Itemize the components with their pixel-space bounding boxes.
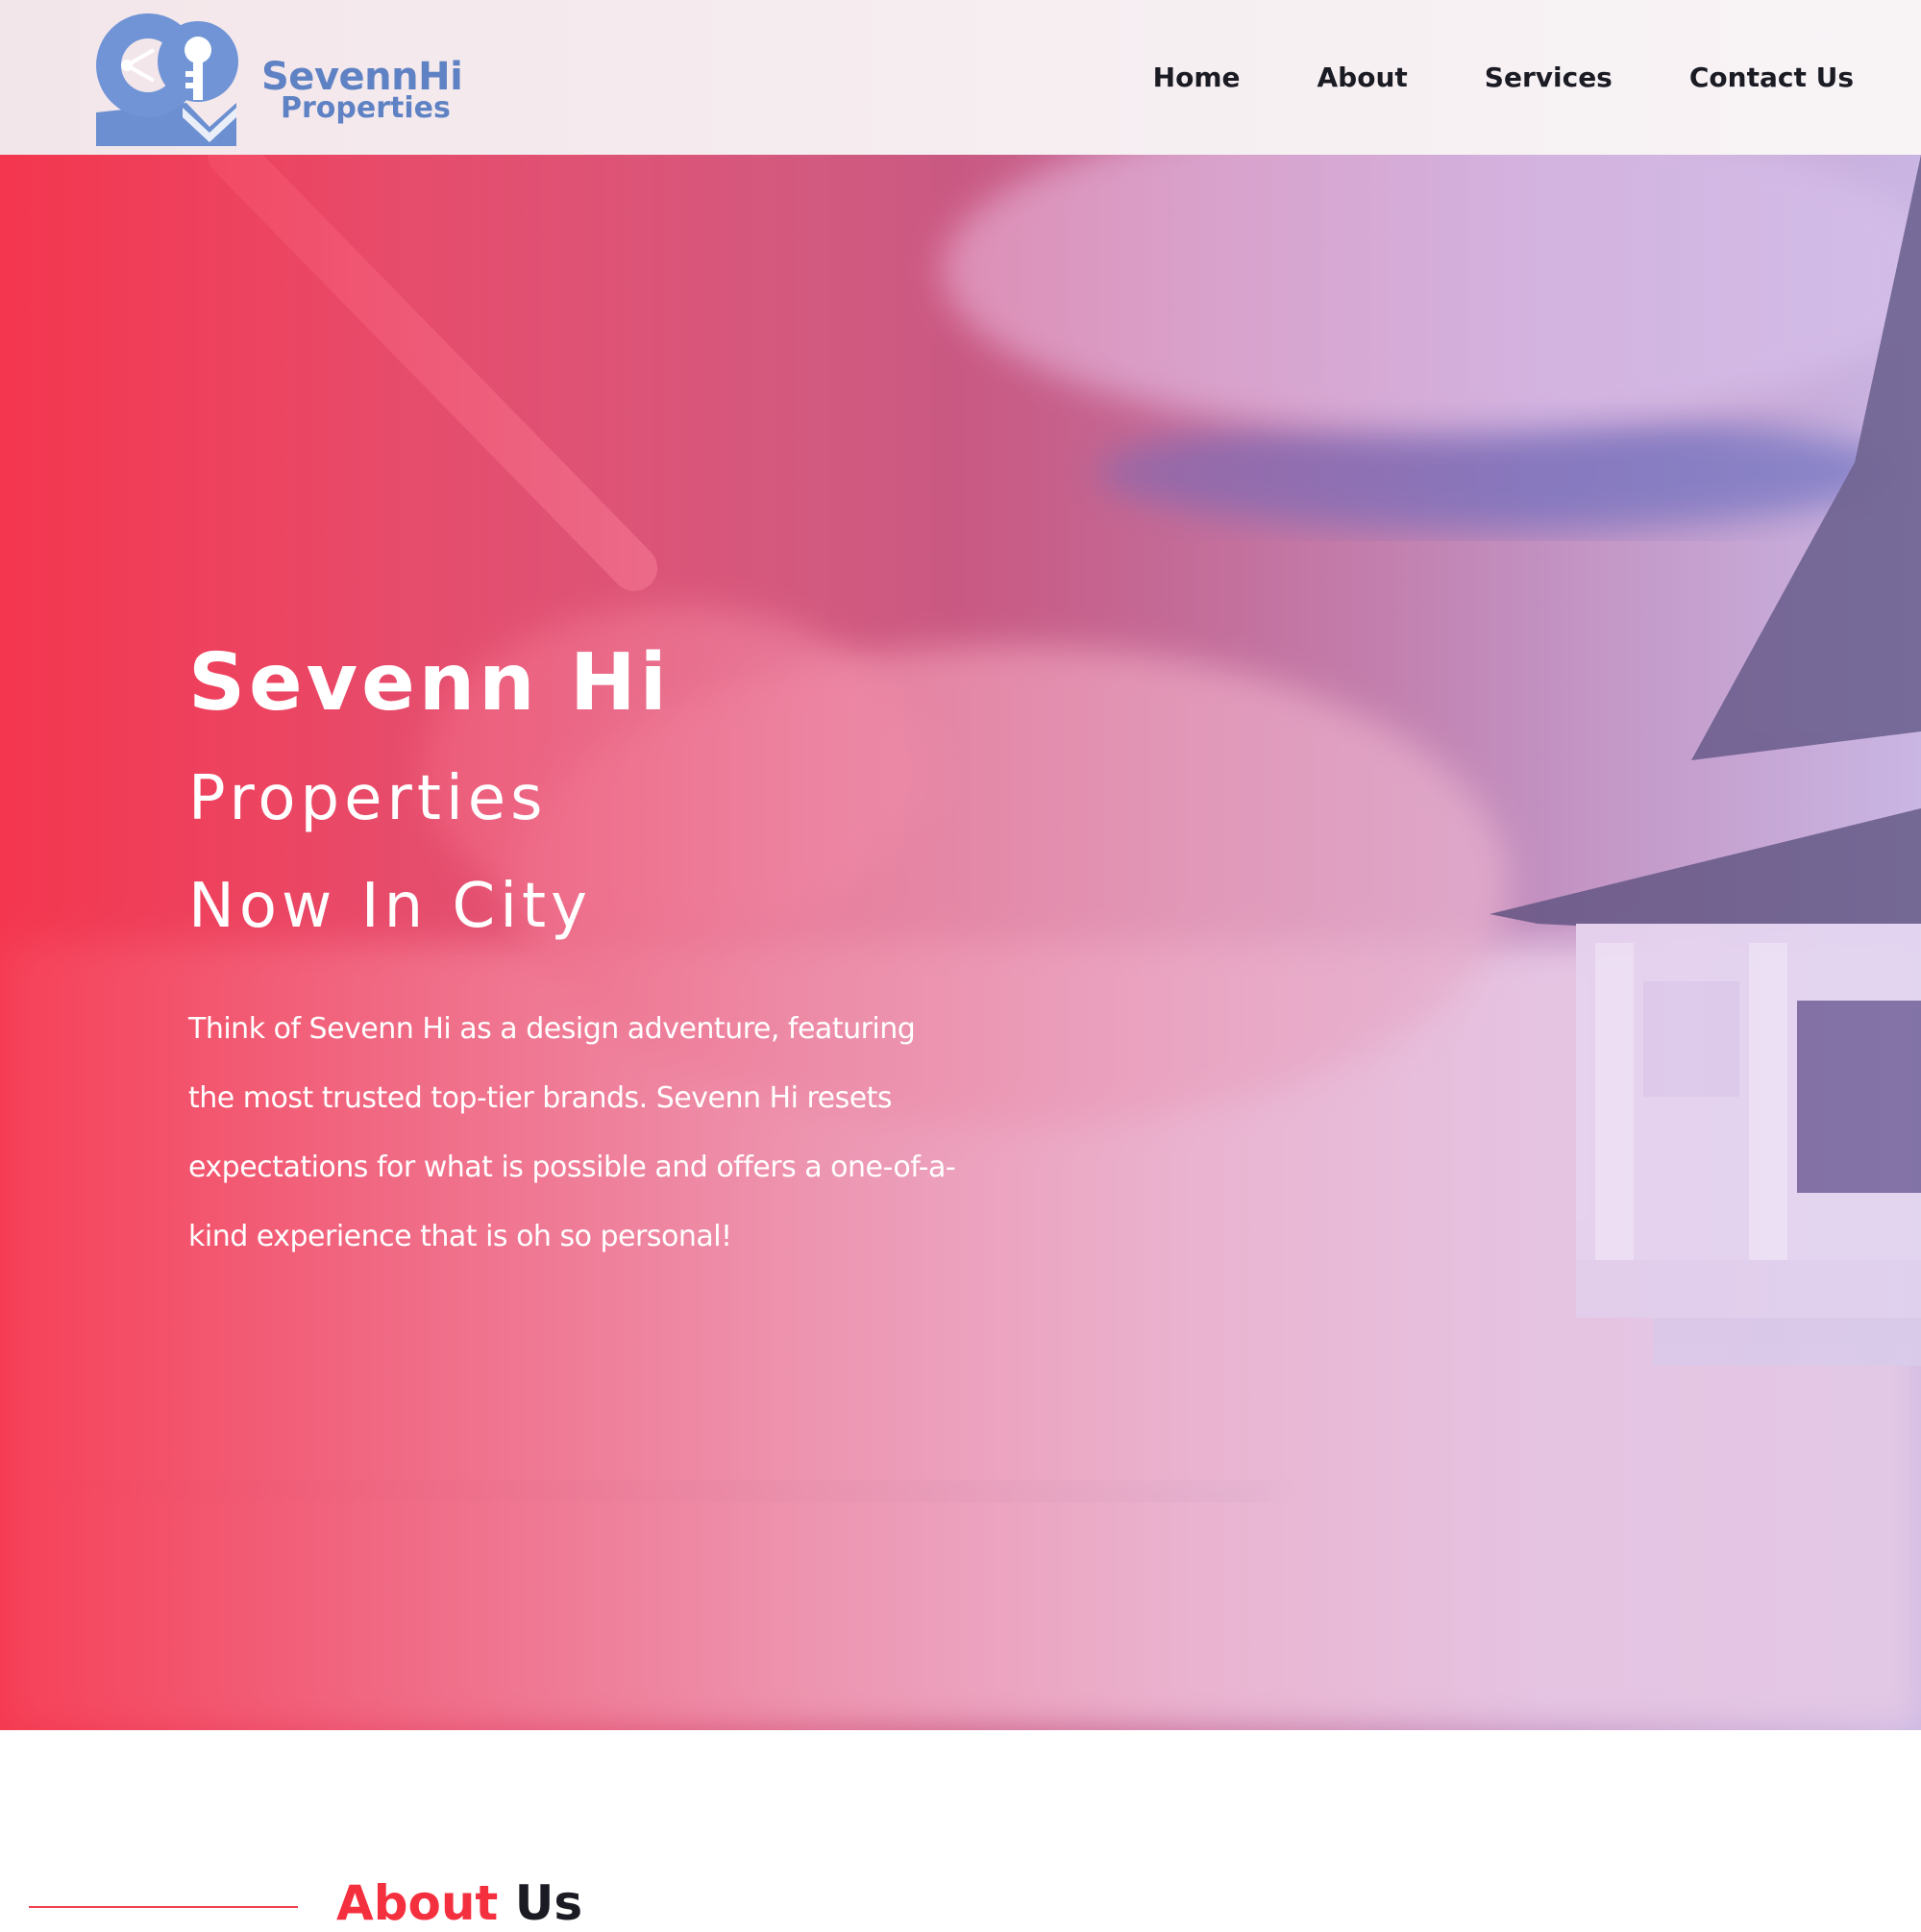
about-heading-rest: Us bbox=[498, 1875, 583, 1931]
brand-logo[interactable]: SevennHi Properties bbox=[94, 12, 463, 146]
hero-title: Sevenn Hi bbox=[188, 637, 671, 729]
nav-home-link[interactable]: Home bbox=[1153, 62, 1241, 93]
hero-subtitle: Properties bbox=[188, 763, 548, 834]
about-divider bbox=[29, 1906, 298, 1908]
about-section: About Us bbox=[0, 1730, 1921, 1931]
site-header: SevennHi Properties Home About Services … bbox=[0, 0, 1921, 155]
brand-wordmark: SevennHi Properties bbox=[261, 58, 473, 123]
about-heading-accent: About bbox=[336, 1875, 499, 1931]
brand-name-line2: Properties bbox=[281, 91, 451, 125]
nav-services-link[interactable]: Services bbox=[1485, 62, 1613, 93]
brand-name-line1: SevennHi bbox=[261, 55, 463, 99]
hero-content: Sevenn Hi Properties Now In City Think o… bbox=[188, 635, 1053, 1272]
key-house-logo-icon bbox=[96, 13, 238, 146]
hero-subtitle-secondary: Now In City bbox=[188, 871, 592, 942]
hero-description: Think of Sevenn Hi as a design adventure… bbox=[188, 1012, 956, 1253]
nav-list: Home About Services Contact Us bbox=[1076, 60, 1854, 96]
about-heading: About Us bbox=[336, 1874, 582, 1932]
nav-about-link[interactable]: About bbox=[1318, 62, 1408, 93]
hero-section: Sevenn Hi Properties Now In City Think o… bbox=[0, 155, 1921, 1730]
nav-contact-link[interactable]: Contact Us bbox=[1689, 62, 1854, 93]
